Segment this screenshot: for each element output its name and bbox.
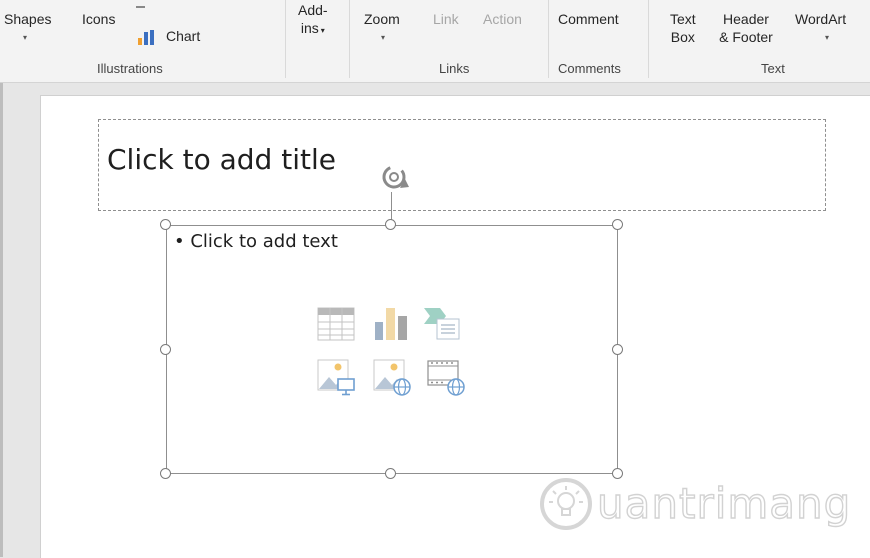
zoom-label: Zoom: [364, 11, 400, 27]
comment-button[interactable]: Comment: [558, 10, 619, 28]
comment-label: Comment: [558, 11, 619, 27]
zoom-button[interactable]: Zoom: [364, 10, 400, 28]
resize-handle-top[interactable]: [385, 219, 396, 230]
shapes-dropdown-icon[interactable]: ▾: [23, 33, 27, 42]
wordart-button[interactable]: WordArt: [795, 10, 846, 28]
pictures-icon[interactable]: [316, 357, 356, 397]
textbox-button[interactable]: Text Box: [670, 10, 696, 46]
watermark-text: uantrimang: [596, 478, 852, 528]
ribbon: Shapes ▾ Icons Chart Illustrations Add- …: [0, 0, 870, 83]
title-placeholder[interactable]: Click to add title: [98, 119, 826, 211]
header-footer-label-line1: Header: [723, 11, 769, 27]
chart-icon[interactable]: [372, 304, 412, 344]
wordart-dropdown-icon[interactable]: ▾: [825, 33, 829, 42]
icons-glyph-fragment: [136, 6, 145, 8]
shapes-label: Shapes: [4, 11, 52, 27]
text-group-label: Text: [761, 61, 785, 76]
resize-handle-left[interactable]: [160, 344, 171, 355]
resize-handle-top-left[interactable]: [160, 219, 171, 230]
header-footer-button[interactable]: Header & Footer: [704, 10, 788, 46]
link-button[interactable]: Link: [433, 10, 459, 28]
shapes-button[interactable]: Shapes: [4, 10, 51, 28]
addins-label-line2: ins: [300, 20, 319, 36]
thumbnail-pane-edge: [0, 83, 3, 557]
links-group-label: Links: [439, 61, 470, 76]
resize-handle-top-right[interactable]: [612, 219, 623, 230]
title-placeholder-text: Click to add title: [107, 143, 336, 176]
addins-dropdown-icon: ▾: [320, 26, 325, 35]
group-separator: [548, 0, 549, 78]
group-separator: [648, 0, 649, 78]
watermark-logo-icon: [540, 478, 592, 530]
wordart-label: WordArt: [795, 11, 847, 27]
content-placeholder[interactable]: • Click to add text: [166, 225, 618, 474]
textbox-label-line2: Box: [670, 29, 695, 45]
textbox-label-line1: Text: [670, 11, 696, 27]
icons-label: Icons: [82, 11, 116, 27]
illustrations-group-label: Illustrations: [97, 61, 163, 76]
chart-label: Chart: [166, 28, 201, 44]
online-pictures-icon[interactable]: [372, 357, 412, 397]
comments-group-label: Comments: [558, 61, 621, 76]
table-icon[interactable]: [316, 304, 356, 344]
chart-icon: [138, 30, 154, 45]
icons-button[interactable]: Icons: [82, 10, 115, 28]
action-label: Action: [483, 11, 522, 27]
video-icon[interactable]: [426, 357, 466, 397]
header-footer-label-line2: & Footer: [719, 29, 773, 45]
watermark: uantrimang: [537, 475, 867, 535]
smartart-icon[interactable]: [422, 304, 462, 344]
resize-handle-right[interactable]: [612, 344, 623, 355]
resize-handle-bottom-left[interactable]: [160, 468, 171, 479]
link-label: Link: [433, 11, 459, 27]
rotate-icon[interactable]: [374, 160, 414, 196]
chart-button[interactable]: Chart: [137, 27, 200, 45]
addins-label-line1: Add-: [298, 2, 328, 18]
action-button[interactable]: Action: [483, 10, 522, 28]
zoom-dropdown-icon[interactable]: ▾: [381, 33, 385, 42]
resize-handle-bottom[interactable]: [385, 468, 396, 479]
group-separator: [285, 0, 286, 78]
addins-button[interactable]: Add- ins ▾: [298, 1, 328, 40]
content-placeholder-text: • Click to add text: [174, 231, 338, 252]
group-separator: [349, 0, 350, 78]
